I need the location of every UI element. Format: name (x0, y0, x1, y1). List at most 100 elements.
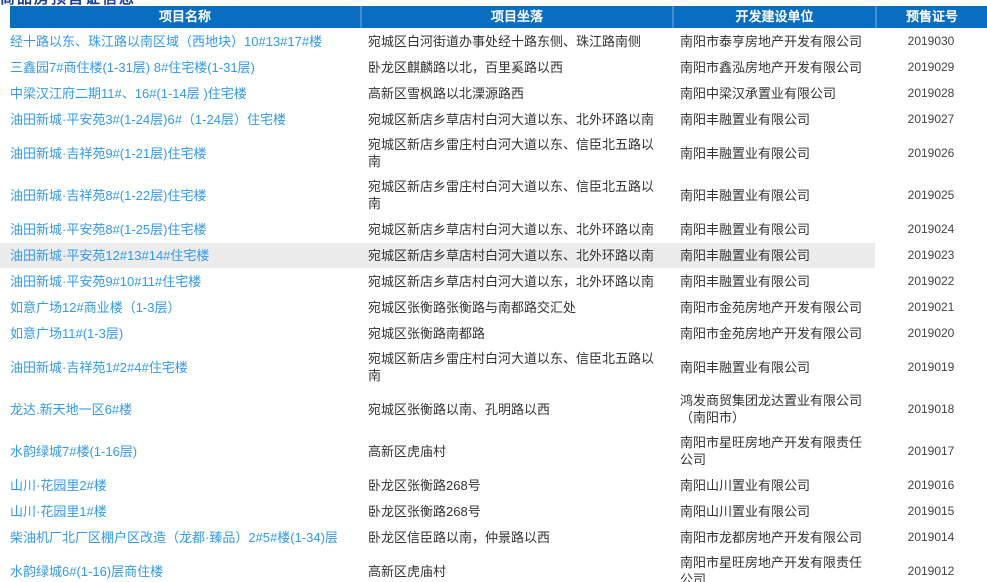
cert-no-cell: 2019016 (907, 477, 955, 492)
table-row: 水韵绿城7#楼(1-16层) 高新区虎庙村 南阳市星旺房地产开发有限责任公司 2… (0, 430, 987, 472)
project-location-cell: 高新区虎庙村 (368, 563, 447, 579)
project-location-cell: 宛城区新店乡雷庄村白河大道以东、信臣北五路以南 (368, 351, 655, 383)
project-name-link[interactable]: 山川·花园里1#楼 (10, 504, 107, 519)
project-location-cell: 宛城区张衡路以南、孔明路以西 (368, 401, 551, 417)
cert-no-cell: 2019029 (907, 59, 955, 74)
developer-cell: 南阳市星旺房地产开发有限责任公司 (680, 435, 863, 467)
project-name-link[interactable]: 如意广场11#(1-3层) (10, 326, 123, 341)
project-name-link[interactable]: 中梁汉江府二期11#、16#(1-14层 )住宅楼 (10, 86, 247, 101)
cert-no-cell: 2019026 (907, 145, 955, 160)
table-row: 油田新城·吉祥苑9#(1-21层)住宅楼 宛城区新店乡雷庄村白河大道以东、信臣北… (0, 132, 987, 174)
table-body: 经十路以东、珠江路以南区域（西地块）10#13#17#楼 宛城区白河街道办事处经… (0, 28, 987, 582)
cert-no-cell: 2019014 (907, 529, 955, 544)
cert-no-cell: 2019012 (907, 563, 955, 578)
developer-cell: 南阳市泰亨房地产开发有限公司 (680, 33, 863, 49)
developer-cell: 南阳市金苑房地产开发有限公司 (680, 299, 863, 315)
project-name-cell: 油田新城·平安苑8#(1-25层)住宅楼 (0, 217, 360, 242)
developer-cell: 南阳丰融置业有限公司 (680, 221, 811, 237)
developer-cell: 南阳市金苑房地产开发有限公司 (680, 325, 863, 341)
developer-cell: 南阳中梁汉承置业有限公司 (680, 85, 837, 101)
project-name-link[interactable]: 龙达.新天地一区6#楼 (10, 402, 132, 417)
table-row: 如意广场11#(1-3层) 宛城区张衡路南都路 南阳市金苑房地产开发有限公司 2… (0, 320, 987, 346)
project-name-link[interactable]: 水韵绿城7#楼(1-16层) (10, 444, 137, 459)
project-name-link[interactable]: 油田新城·平安苑8#(1-25层)住宅楼 (10, 222, 206, 237)
project-name-link[interactable]: 油田新城·平安苑12#13#14#住宅楼 (10, 248, 209, 263)
cert-no-cell: 2019028 (907, 85, 955, 100)
project-name-link[interactable]: 油田新城·吉祥苑9#(1-21层)住宅楼 (10, 146, 206, 161)
header-cert-no: 预售证号 (875, 6, 987, 28)
project-name-cell: 水韵绿城7#楼(1-16层) (0, 439, 360, 464)
project-name-cell: 山川·花园里1#楼 (0, 499, 360, 524)
cert-no-cell: 2019030 (907, 33, 955, 48)
table-row: 油田新城·吉祥苑1#2#4#住宅楼 宛城区新店乡雷庄村白河大道以东、信臣北五路以… (0, 346, 987, 388)
header-project-name: 项目名称 (158, 9, 211, 24)
project-location-cell: 宛城区新店乡草店村白河大道以东、北外环路以南 (368, 221, 655, 237)
table-row: 经十路以东、珠江路以南区域（西地块）10#13#17#楼 宛城区白河街道办事处经… (0, 28, 987, 54)
project-location-cell: 宛城区新店乡草店村白河大道以东，北外环路以南 (368, 273, 655, 289)
project-name-link[interactable]: 油田新城·吉祥苑8#(1-22层)住宅楼 (10, 188, 206, 203)
developer-cell: 南阳山川置业有限公司 (680, 477, 811, 493)
cert-no-cell: 2019023 (907, 247, 955, 262)
project-name-link[interactable]: 经十路以东、珠江路以南区域（西地块）10#13#17#楼 (10, 34, 322, 49)
table-row: 龙达.新天地一区6#楼 宛城区张衡路以南、孔明路以西 鸿发商贸集团龙达置业有限公… (0, 388, 987, 430)
project-name-link[interactable]: 三鑫园7#商住楼(1-31层) 8#住宅楼(1-31层) (10, 60, 255, 75)
project-name-link[interactable]: 山川·花园里2#楼 (10, 478, 107, 493)
developer-cell: 南阳丰融置业有限公司 (680, 111, 811, 127)
table-row: 山川·花园里1#楼 卧龙区张衡路268号 南阳山川置业有限公司 2019015 (0, 498, 987, 524)
project-name-cell: 山川·花园里2#楼 (0, 473, 360, 498)
project-name-cell: 经十路以东、珠江路以南区域（西地块）10#13#17#楼 (0, 29, 360, 54)
cert-no-cell: 2019022 (907, 273, 955, 288)
project-location-cell: 宛城区张衡路张衡路与南都路交汇处 (368, 299, 577, 315)
developer-cell: 南阳丰融置业有限公司 (680, 145, 811, 161)
cert-no-cell: 2019024 (907, 221, 955, 236)
developer-cell: 南阳市龙都房地产开发有限公司 (680, 529, 863, 545)
project-location-cell: 高新区雪枫路以北溧源路西 (368, 85, 525, 101)
project-name-cell: 油田新城·吉祥苑9#(1-21层)住宅楼 (0, 141, 360, 166)
table-row: 水韵绿城6#(1-16)层商住楼 高新区虎庙村 南阳市星旺房地产开发有限责任公司… (0, 550, 987, 582)
project-name-cell: 油田新城·平安苑3#(1-24层)6#（1-24层）住宅楼 (0, 107, 360, 132)
project-location-cell: 宛城区新店乡草店村白河大道以东、北外环路以南 (368, 111, 655, 127)
project-name-cell: 中梁汉江府二期11#、16#(1-14层 )住宅楼 (0, 81, 360, 106)
project-name-cell: 油田新城·平安苑9#10#11#住宅楼 (0, 269, 360, 294)
project-name-link[interactable]: 如意广场12#商业楼（1-3层） (10, 300, 180, 315)
project-location-cell: 宛城区新店乡草店村白河大道以东、北外环路以南 (360, 242, 672, 268)
developer-cell: 南阳丰融置业有限公司 (680, 273, 811, 289)
developer-cell: 南阳山川置业有限公司 (680, 503, 811, 519)
project-location-cell: 卧龙区张衡路268号 (368, 477, 481, 493)
table-row: 油田新城·平安苑12#13#14#住宅楼 宛城区新店乡草店村白河大道以东、北外环… (0, 242, 987, 268)
clipped-page-title-text: 商品房预售证信息 (0, 0, 987, 6)
developer-cell: 鸿发商贸集团龙达置业有限公司（南阳市） (680, 393, 863, 425)
project-name-cell: 柴油机厂北厂区棚户区改造（龙都·臻品）2#5#楼(1-34)层 (0, 525, 360, 550)
project-name-cell: 如意广场11#(1-3层) (0, 321, 360, 346)
table-row: 油田新城·平安苑3#(1-24层)6#（1-24层）住宅楼 宛城区新店乡草店村白… (0, 106, 987, 132)
project-name-cell: 三鑫园7#商住楼(1-31层) 8#住宅楼(1-31层) (0, 55, 360, 80)
developer-cell: 南阳市星旺房地产开发有限责任公司 (680, 555, 863, 582)
cert-no-cell: 2019027 (907, 111, 955, 126)
project-name-link[interactable]: 水韵绿城6#(1-16)层商住楼 (10, 564, 163, 579)
table-row: 中梁汉江府二期11#、16#(1-14层 )住宅楼 高新区雪枫路以北溧源路西 南… (0, 80, 987, 106)
project-location-cell: 宛城区新店乡雷庄村白河大道以东、信臣北五路以南 (368, 137, 655, 169)
cert-no-cell: 2019018 (907, 401, 955, 416)
table-row: 油田新城·平安苑9#10#11#住宅楼 宛城区新店乡草店村白河大道以东，北外环路… (0, 268, 987, 294)
cert-no-cell: 2019019 (907, 359, 955, 374)
project-location-cell: 卧龙区张衡路268号 (368, 503, 481, 519)
header-developer: 开发建设单位 (672, 6, 875, 28)
cert-no-cell: 2019015 (907, 503, 955, 518)
table-row: 油田新城·吉祥苑8#(1-22层)住宅楼 宛城区新店乡雷庄村白河大道以东、信臣北… (0, 174, 987, 216)
project-location-cell: 宛城区新店乡雷庄村白河大道以东、信臣北五路以南 (368, 179, 655, 211)
project-name-cell: 如意广场12#商业楼（1-3层） (0, 295, 360, 320)
project-name-link[interactable]: 柴油机厂北厂区棚户区改造（龙都·臻品）2#5#楼(1-34)层 (10, 530, 338, 545)
table-header-row: 项目名称 项目坐落 开发建设单位 预售证号 (10, 6, 987, 28)
project-name-link[interactable]: 油田新城·平安苑3#(1-24层)6#（1-24层）住宅楼 (10, 112, 286, 127)
project-name-link[interactable]: 油田新城·吉祥苑1#2#4#住宅楼 (10, 360, 188, 375)
project-location-cell: 宛城区白河街道办事处经十路东侧、珠江路南侧 (368, 33, 642, 49)
cert-no-cell: 2019021 (907, 299, 955, 314)
developer-cell: 南阳丰融置业有限公司 (672, 242, 875, 268)
developer-cell: 南阳丰融置业有限公司 (680, 359, 811, 375)
cert-no-cell: 2019017 (907, 443, 955, 458)
developer-cell: 南阳市鑫泓房地产开发有限公司 (680, 59, 863, 75)
project-name-link[interactable]: 油田新城·平安苑9#10#11#住宅楼 (10, 274, 201, 289)
project-location-cell: 卧龙区麒麟路以北，百里奚路以西 (368, 59, 564, 75)
table-row: 三鑫园7#商住楼(1-31层) 8#住宅楼(1-31层) 卧龙区麒麟路以北，百里… (0, 54, 987, 80)
project-name-cell: 龙达.新天地一区6#楼 (0, 397, 360, 422)
